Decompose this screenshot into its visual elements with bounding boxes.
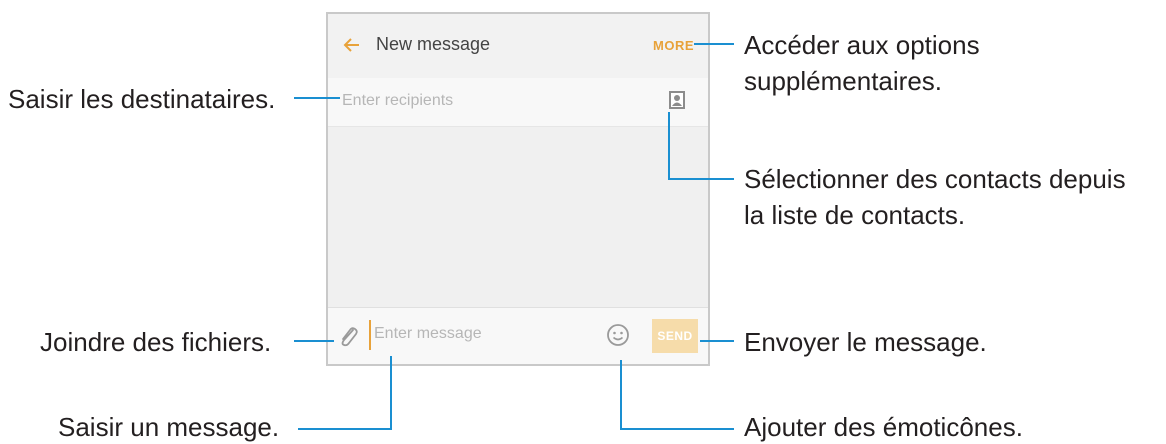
callout-emoji: Ajouter des émoticônes. xyxy=(744,412,1023,442)
leader-line-send xyxy=(700,340,734,342)
smiley-icon[interactable] xyxy=(606,323,630,347)
callout-recipients: Saisir les destinataires. xyxy=(8,84,276,114)
send-button[interactable]: SEND xyxy=(652,319,698,353)
callout-more-line2: supplémentaires. xyxy=(744,66,942,96)
callout-attach: Joindre des fichiers. xyxy=(40,327,272,357)
callout-message: Saisir un message. xyxy=(58,412,280,442)
leader-line-message-v xyxy=(390,356,392,430)
leader-line-recipients xyxy=(294,97,340,99)
composer-bar: Enter message SEND xyxy=(328,307,708,364)
leader-line-attach xyxy=(294,340,334,342)
text-cursor xyxy=(369,320,371,350)
contact-book-icon[interactable] xyxy=(668,90,686,110)
leader-line-message-h xyxy=(298,428,392,430)
callout-send: Envoyer le message. xyxy=(744,327,987,357)
message-input[interactable]: Enter message xyxy=(374,325,482,343)
conversation-area xyxy=(328,127,708,310)
recipients-input[interactable]: Enter recipients xyxy=(342,92,453,110)
app-bar: New message MORE xyxy=(328,14,708,79)
leader-line-contacts-h xyxy=(668,178,734,180)
phone-screen: New message MORE Enter recipients Enter … xyxy=(326,12,710,366)
callout-contacts-line2: la liste de contacts. xyxy=(744,200,966,230)
arrow-left-icon[interactable] xyxy=(342,35,362,55)
leader-line-emoji-v xyxy=(620,360,622,430)
callout-contacts-line1: Sélectionner des contacts depuis xyxy=(744,164,1126,194)
paperclip-icon[interactable] xyxy=(338,324,360,348)
callout-more-line1: Accéder aux options xyxy=(744,30,980,60)
page-title: New message xyxy=(376,34,491,54)
more-button[interactable]: MORE xyxy=(653,38,694,53)
recipients-bar: Enter recipients xyxy=(328,78,708,127)
leader-line-more xyxy=(694,43,734,45)
leader-line-contacts-v xyxy=(668,112,670,180)
leader-line-emoji-h xyxy=(620,428,734,430)
